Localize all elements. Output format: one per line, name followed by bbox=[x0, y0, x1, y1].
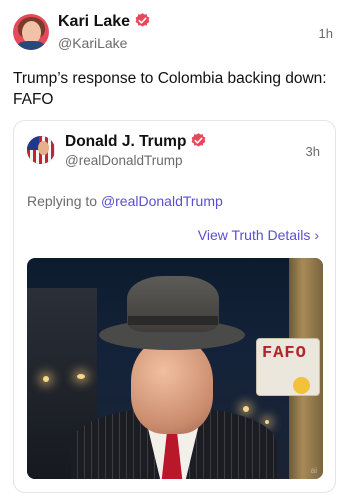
replying-to-mention[interactable]: @realDonaldTrump bbox=[101, 193, 223, 209]
chevron-right-icon: › bbox=[314, 227, 319, 243]
author-name[interactable]: Kari Lake bbox=[58, 12, 151, 31]
quoted-author-avatar[interactable] bbox=[27, 136, 55, 164]
fedora-band bbox=[128, 316, 218, 325]
author-handle[interactable]: @KariLake bbox=[58, 35, 127, 51]
quoted-author-handle[interactable]: @realDonaldTrump bbox=[65, 153, 183, 168]
post-text: Trump’s response to Colombia backing dow… bbox=[13, 70, 327, 108]
quoted-post-image[interactable]: FAFO ai bbox=[27, 258, 323, 479]
verified-badge-icon bbox=[135, 13, 150, 27]
view-truth-details-link[interactable]: View Truth Details › bbox=[198, 227, 319, 243]
replying-to-line: Replying to @realDonaldTrump bbox=[27, 193, 223, 209]
fafo-sign-text: FAFO bbox=[262, 344, 307, 363]
replying-to-prefix: Replying to bbox=[27, 193, 98, 209]
author-avatar[interactable] bbox=[13, 14, 49, 50]
quoted-post-timestamp[interactable]: 3h bbox=[306, 144, 320, 159]
author-name-text: Kari Lake bbox=[58, 13, 131, 30]
portrait-face bbox=[131, 338, 213, 434]
street-light bbox=[43, 376, 49, 382]
quoted-post[interactable]: Donald J. Trump @realDonaldTrump 3h Repl… bbox=[13, 120, 336, 493]
post-card: Kari Lake @KariLake 1h Trump’s response … bbox=[0, 0, 349, 500]
street-light bbox=[265, 420, 269, 424]
post-timestamp[interactable]: 1h bbox=[319, 26, 333, 41]
quoted-author-name-text: Donald J. Trump bbox=[65, 133, 187, 150]
street-light bbox=[243, 406, 249, 412]
street-light bbox=[77, 374, 85, 379]
verified-badge-icon bbox=[192, 133, 206, 147]
quoted-author-name[interactable]: Donald J. Trump bbox=[65, 132, 207, 151]
image-watermark: ai bbox=[310, 466, 317, 475]
smiley-icon bbox=[293, 377, 310, 394]
view-truth-details-label: View Truth Details bbox=[197, 227, 311, 243]
